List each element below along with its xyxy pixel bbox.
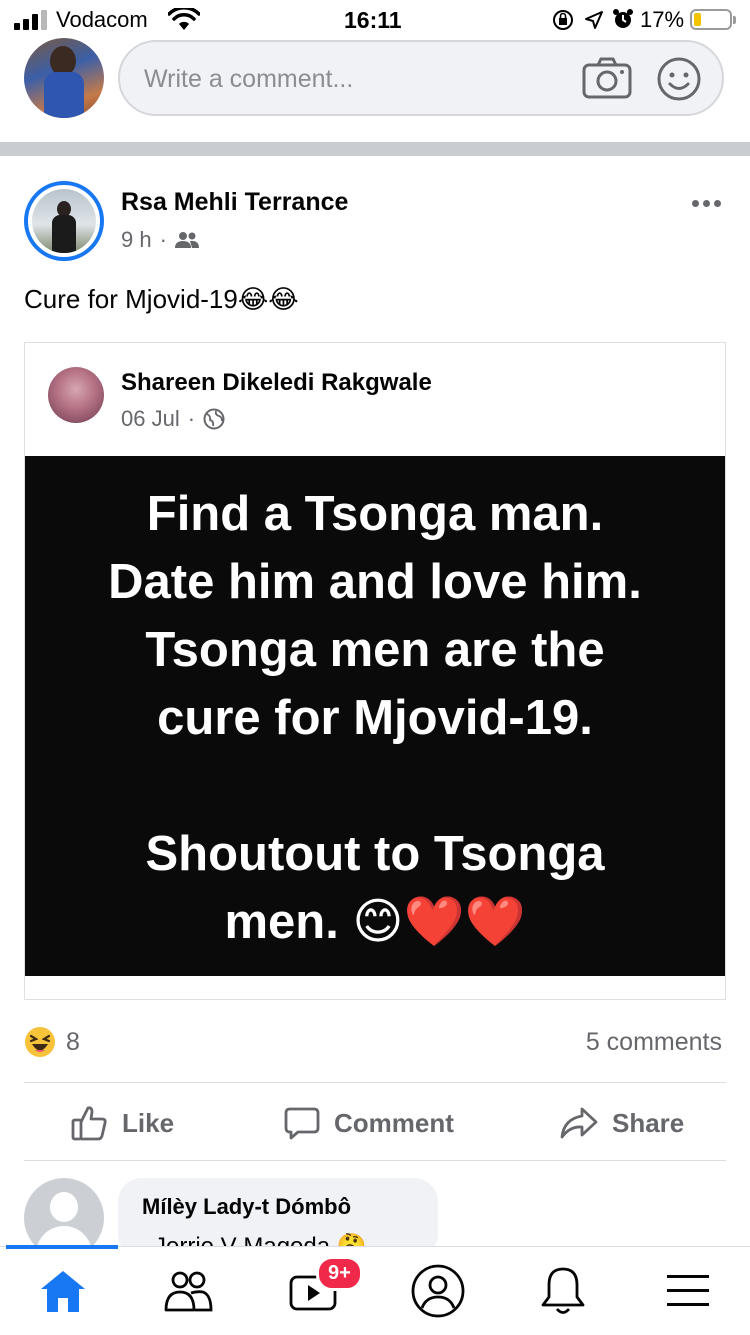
commenter-name[interactable]: Mílèy Lady-t Dómbô	[142, 1194, 351, 1220]
emoji-icon[interactable]	[656, 56, 702, 102]
shared-line: Shoutout to Tsonga	[145, 827, 605, 881]
meta-dot: ·	[187, 406, 196, 431]
shared-post-card[interactable]: Shareen Dikeledi Rakgwale 06 Jul · Find …	[24, 342, 726, 1000]
shared-date[interactable]: 06 Jul	[121, 406, 180, 432]
share-button[interactable]: Share	[560, 1100, 684, 1146]
comment-input[interactable]	[142, 60, 566, 98]
shared-text-panel: Find a Tsonga man. Date him and love him…	[25, 456, 725, 976]
battery-icon	[690, 9, 736, 30]
friends-audience-icon	[174, 232, 199, 248]
post-author-name[interactable]: Rsa Mehli Terrance	[121, 188, 348, 217]
tab-menu[interactable]	[625, 1247, 750, 1335]
tab-home[interactable]	[0, 1247, 125, 1335]
haha-reaction-icon	[25, 1027, 55, 1057]
public-globe-icon	[203, 408, 225, 430]
tab-watch[interactable]: 9+	[250, 1247, 375, 1335]
tab-notifications[interactable]	[500, 1247, 625, 1335]
friends-icon	[164, 1271, 212, 1312]
share-label: Share	[612, 1107, 685, 1138]
meta-dot: ·	[159, 227, 167, 252]
alarm-icon	[613, 9, 633, 28]
comment-label: Comment	[334, 1107, 454, 1138]
hamburger-menu-icon	[666, 1275, 709, 1306]
rotation-lock-icon	[553, 10, 573, 30]
camera-icon[interactable]	[582, 56, 632, 100]
more-dots-icon	[692, 200, 721, 207]
like-label: Like	[122, 1107, 175, 1138]
bottom-tab-bar: 9+	[0, 1245, 750, 1335]
post-time[interactable]: 9 h	[121, 227, 152, 253]
video-notification-badge: 9+	[316, 1256, 363, 1291]
reaction-count: 8	[66, 1027, 80, 1056]
reactions-summary[interactable]: 8	[24, 1026, 80, 1058]
signal-icon	[14, 10, 50, 30]
tab-friends[interactable]	[125, 1247, 250, 1335]
my-avatar[interactable]	[24, 38, 104, 118]
battery-percent: 17%	[640, 7, 685, 32]
post-text: Cure for Mjovid-19😂😂	[24, 284, 299, 314]
profile-icon	[411, 1264, 464, 1318]
section-divider	[0, 142, 750, 156]
home-icon	[40, 1271, 85, 1312]
carrier-name: Vodacom	[56, 7, 148, 32]
shared-line: Find a Tsonga man.	[146, 487, 604, 541]
comment-composer[interactable]	[118, 40, 724, 116]
actions-top-divider	[24, 1082, 726, 1083]
shared-line: Date him and love him.	[108, 555, 642, 609]
clock: 16:11	[344, 7, 402, 33]
post-author-avatar[interactable]	[24, 181, 104, 261]
comment-bubble-icon	[284, 1107, 320, 1140]
status-bar: Vodacom 16:11 17%	[0, 0, 750, 40]
comments-count[interactable]: 5 comments	[586, 1028, 722, 1057]
wifi-icon	[168, 8, 200, 30]
thumbs-up-icon	[71, 1106, 107, 1141]
bell-icon	[541, 1267, 584, 1314]
shared-author-name[interactable]: Shareen Dikeledi Rakgwale	[121, 369, 432, 397]
shared-line: men. 😊❤️❤️	[224, 895, 526, 949]
shared-meta: 06 Jul ·	[121, 406, 225, 432]
shared-line	[25, 752, 725, 820]
actions-bottom-divider	[24, 1160, 726, 1161]
comment-button[interactable]: Comment	[284, 1100, 454, 1146]
location-icon	[585, 11, 603, 29]
post-options-button[interactable]	[692, 200, 721, 207]
share-arrow-icon	[560, 1107, 598, 1139]
shared-author-avatar[interactable]	[48, 367, 104, 423]
shared-line: Tsonga men are the	[145, 623, 605, 677]
tab-profile[interactable]	[375, 1247, 500, 1335]
like-button[interactable]: Like	[70, 1100, 174, 1146]
shared-line: cure for Mjovid-19.	[157, 691, 593, 745]
post-meta: 9 h ·	[121, 227, 199, 253]
